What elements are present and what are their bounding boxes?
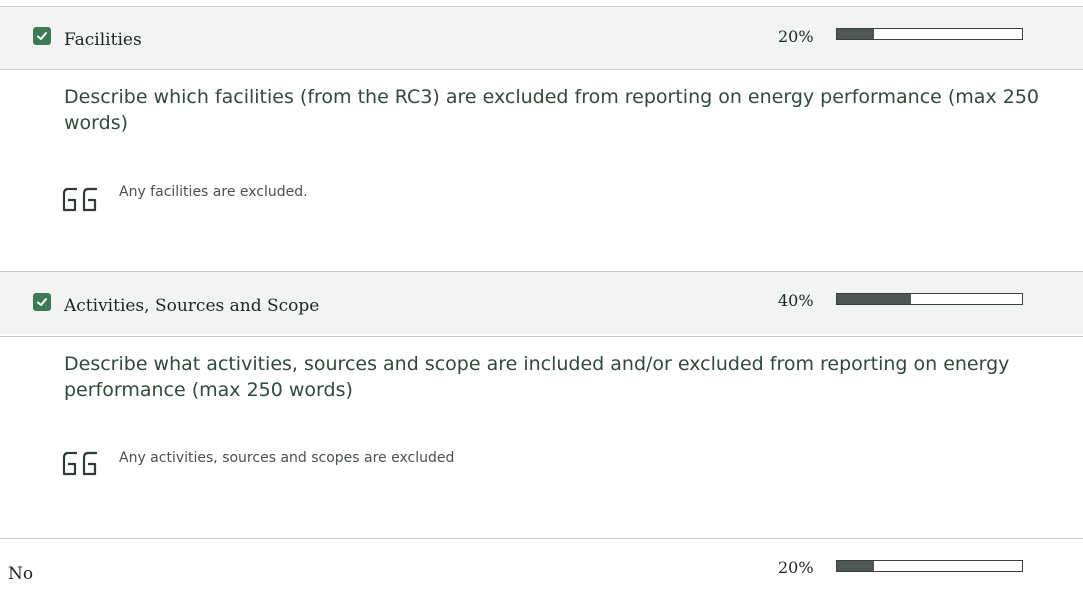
progress-percent: 20% <box>778 558 814 577</box>
answer-text: Any activities, sources and scopes are e… <box>119 450 455 466</box>
activities-checkbox[interactable] <box>33 293 51 311</box>
section-header-activities[interactable]: Activities, Sources and Scope 40% <box>0 272 1083 334</box>
progress-bar <box>836 560 1023 572</box>
progress-percent: 20% <box>778 27 814 46</box>
progress-bar-fill <box>837 561 874 571</box>
divider <box>0 538 1083 539</box>
progress-bar <box>836 293 1023 305</box>
section-title: Activities, Sources and Scope <box>64 296 320 316</box>
divider <box>0 69 1083 70</box>
progress-bar <box>836 28 1023 40</box>
row-label: No <box>8 564 34 584</box>
checkmark-icon <box>37 32 47 40</box>
checkmark-icon <box>37 298 47 306</box>
progress-bar-fill <box>837 294 911 304</box>
section-header-facilities[interactable]: Facilities 20% <box>0 7 1083 69</box>
divider <box>0 336 1083 337</box>
question-text: Describe what activities, sources and sc… <box>64 353 1010 401</box>
facilities-checkbox[interactable] <box>33 27 51 45</box>
section-title: Facilities <box>64 30 142 50</box>
quote-icon <box>62 187 97 212</box>
answer-text: Any facilities are excluded. <box>119 184 308 200</box>
progress-bar-fill <box>837 29 874 39</box>
question-text: Describe which facilities (from the RC3)… <box>64 86 1039 134</box>
progress-percent: 40% <box>778 291 814 310</box>
quote-icon <box>62 451 97 476</box>
